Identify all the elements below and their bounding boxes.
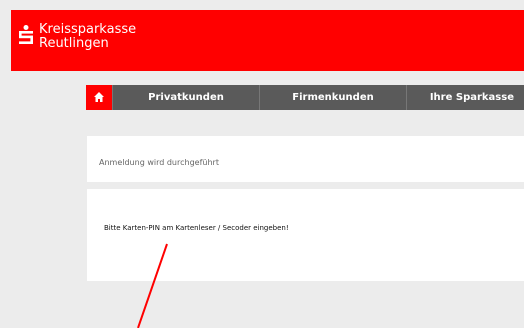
site-header: Kreissparkasse Reutlingen (11, 10, 524, 71)
home-icon (94, 92, 104, 102)
pin-instruction-text: Bitte Karten-PIN am Kartenleser / Secode… (104, 224, 289, 232)
nav-item-firmenkunden[interactable]: Firmenkunden (259, 85, 406, 110)
instruction-panel: Bitte Karten-PIN am Kartenleser / Secode… (87, 189, 524, 281)
sparkasse-logo-icon[interactable] (19, 25, 33, 44)
nav-item-privatkunden[interactable]: Privatkunden (112, 85, 259, 110)
nav-item-ihre-sparkasse[interactable]: Ihre Sparkasse (406, 85, 524, 110)
brand-name[interactable]: Kreissparkasse Reutlingen (39, 23, 136, 51)
login-status-text: Anmeldung wird durchgeführt (99, 158, 219, 167)
nav-home-button[interactable] (86, 85, 112, 110)
brand-line2: Reutlingen (39, 36, 109, 51)
status-panel: Anmeldung wird durchgeführt (87, 136, 524, 182)
brand-line1: Kreissparkasse (39, 22, 137, 37)
main-navigation: Privatkunden Firmenkunden Ihre Sparkasse (86, 85, 524, 110)
